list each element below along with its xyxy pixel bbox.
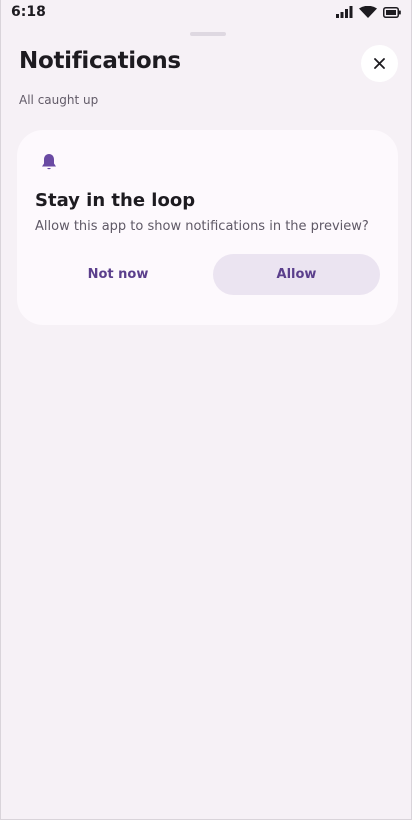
subtitle: All caught up (19, 93, 99, 107)
close-button[interactable] (361, 45, 398, 82)
status-bar: 6:18 (1, 0, 411, 24)
drag-handle[interactable] (190, 32, 226, 36)
page-title: Notifications (19, 48, 181, 74)
not-now-button[interactable]: Not now (35, 254, 201, 295)
signal-icon (336, 6, 353, 18)
wifi-icon (359, 6, 377, 18)
notification-permission-card: Stay in the loop Allow this app to show … (17, 130, 398, 325)
allow-button[interactable]: Allow (213, 254, 380, 295)
bell-icon (42, 154, 56, 170)
notification-sheet: 6:18 Notifications All caught up Stay in… (0, 0, 412, 820)
status-icons (336, 6, 401, 18)
status-time: 6:18 (11, 4, 46, 20)
card-title: Stay in the loop (35, 190, 196, 211)
battery-icon (383, 6, 401, 18)
close-icon (374, 58, 385, 69)
card-body: Allow this app to show notifications in … (35, 219, 369, 234)
